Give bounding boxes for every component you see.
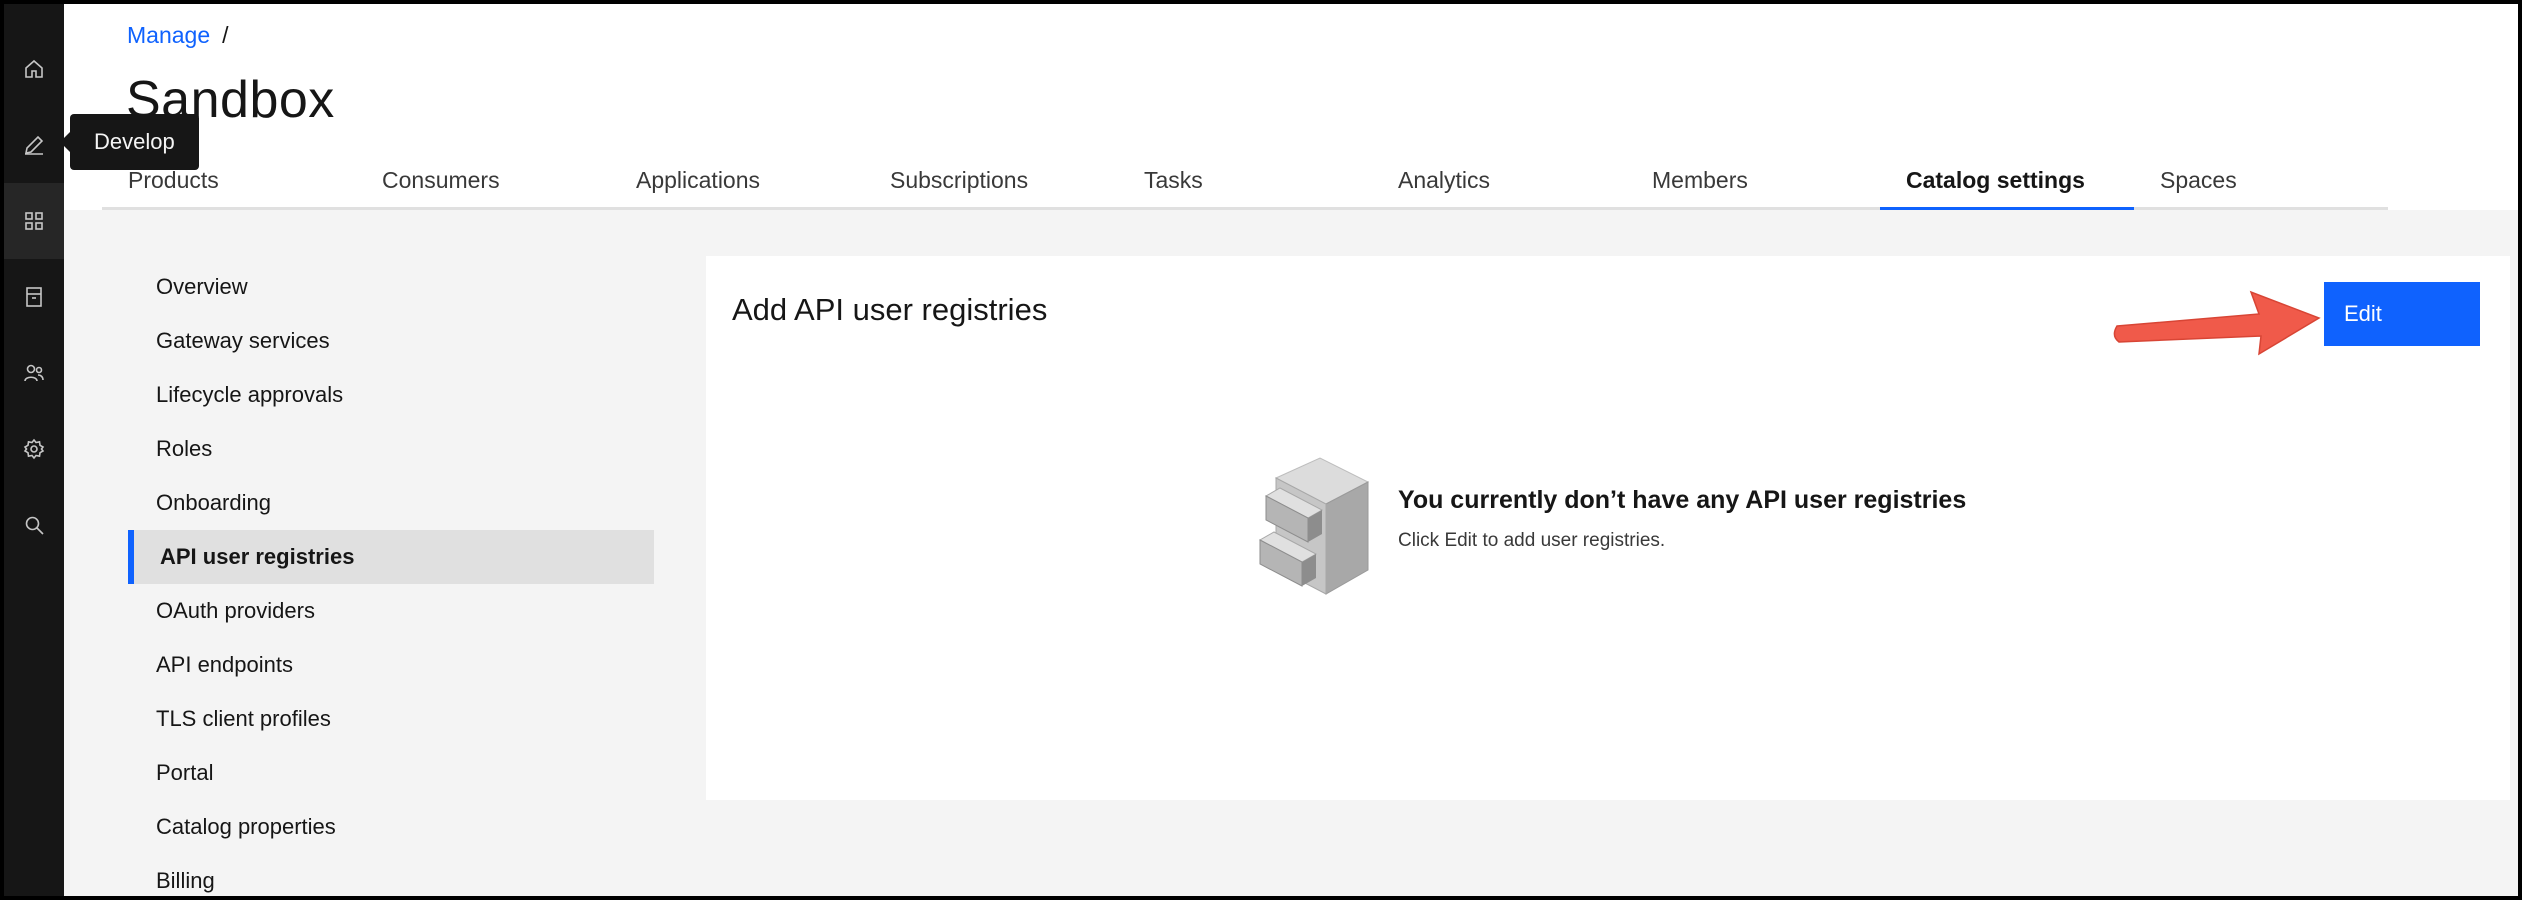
tab-consumers[interactable]: Consumers bbox=[356, 162, 610, 210]
rail-archive-button[interactable] bbox=[4, 259, 64, 335]
tab-catalog-settings[interactable]: Catalog settings bbox=[1880, 162, 2134, 210]
tab-products[interactable]: Products bbox=[102, 162, 356, 210]
tab-bar: Products Consumers Applications Subscrip… bbox=[102, 162, 2392, 210]
archive-icon bbox=[26, 287, 42, 307]
tab-tasks[interactable]: Tasks bbox=[1118, 162, 1372, 210]
sidenav-item-onboarding[interactable]: Onboarding bbox=[128, 476, 654, 530]
left-rail bbox=[4, 4, 64, 896]
rail-search-button[interactable] bbox=[4, 487, 64, 563]
tab-analytics[interactable]: Analytics bbox=[1372, 162, 1626, 210]
breadcrumb-manage-link[interactable]: Manage bbox=[127, 22, 210, 48]
sidenav-item-billing[interactable]: Billing bbox=[128, 854, 654, 896]
home-icon bbox=[25, 59, 43, 78]
rail-settings-button[interactable] bbox=[4, 411, 64, 487]
rail-home-button[interactable] bbox=[4, 31, 64, 107]
empty-state-title: You currently don’t have any API user re… bbox=[1398, 486, 1967, 514]
sidenav-item-overview[interactable]: Overview bbox=[128, 260, 654, 314]
rail-manage-button[interactable] bbox=[4, 183, 64, 259]
annotation-arrow-icon bbox=[2113, 290, 2321, 356]
tab-spaces[interactable]: Spaces bbox=[2134, 162, 2388, 210]
breadcrumb: Manage / bbox=[127, 22, 229, 49]
sidenav-item-lifecycle-approvals[interactable]: Lifecycle approvals bbox=[128, 368, 654, 422]
settings-side-nav: Overview Gateway services Lifecycle appr… bbox=[128, 260, 654, 896]
sidenav-item-catalog-properties[interactable]: Catalog properties bbox=[128, 800, 654, 854]
rail-develop-button[interactable] bbox=[4, 107, 64, 183]
empty-state: You currently don’t have any API user re… bbox=[1256, 456, 2056, 606]
sidenav-item-api-endpoints[interactable]: API endpoints bbox=[128, 638, 654, 692]
rail-members-button[interactable] bbox=[4, 335, 64, 411]
empty-state-description: Click Edit to add user registries. bbox=[1398, 530, 1666, 551]
users-icon bbox=[24, 364, 44, 382]
sidenav-item-gateway-services[interactable]: Gateway services bbox=[128, 314, 654, 368]
tab-subscriptions[interactable]: Subscriptions bbox=[864, 162, 1118, 210]
tab-members[interactable]: Members bbox=[1626, 162, 1880, 210]
sidenav-item-roles[interactable]: Roles bbox=[128, 422, 654, 476]
tab-applications[interactable]: Applications bbox=[610, 162, 864, 210]
panel-title: Add API user registries bbox=[732, 292, 1048, 327]
breadcrumb-separator: / bbox=[222, 22, 229, 48]
edit-icon bbox=[24, 135, 44, 155]
sidenav-item-oauth-providers[interactable]: OAuth providers bbox=[128, 584, 654, 638]
sidenav-item-tls-client-profiles[interactable]: TLS client profiles bbox=[128, 692, 654, 746]
sidenav-item-portal[interactable]: Portal bbox=[128, 746, 654, 800]
edit-button[interactable]: Edit bbox=[2324, 282, 2480, 346]
apps-icon bbox=[25, 212, 43, 230]
sidenav-item-api-user-registries[interactable]: API user registries bbox=[128, 530, 654, 584]
file-cabinet-icon bbox=[1258, 457, 1370, 595]
settings-icon bbox=[23, 438, 45, 460]
search-icon bbox=[25, 516, 44, 535]
app-window: Develop Manage / Sandbox Products Consume… bbox=[4, 4, 2518, 896]
page-title: Sandbox bbox=[126, 71, 335, 129]
